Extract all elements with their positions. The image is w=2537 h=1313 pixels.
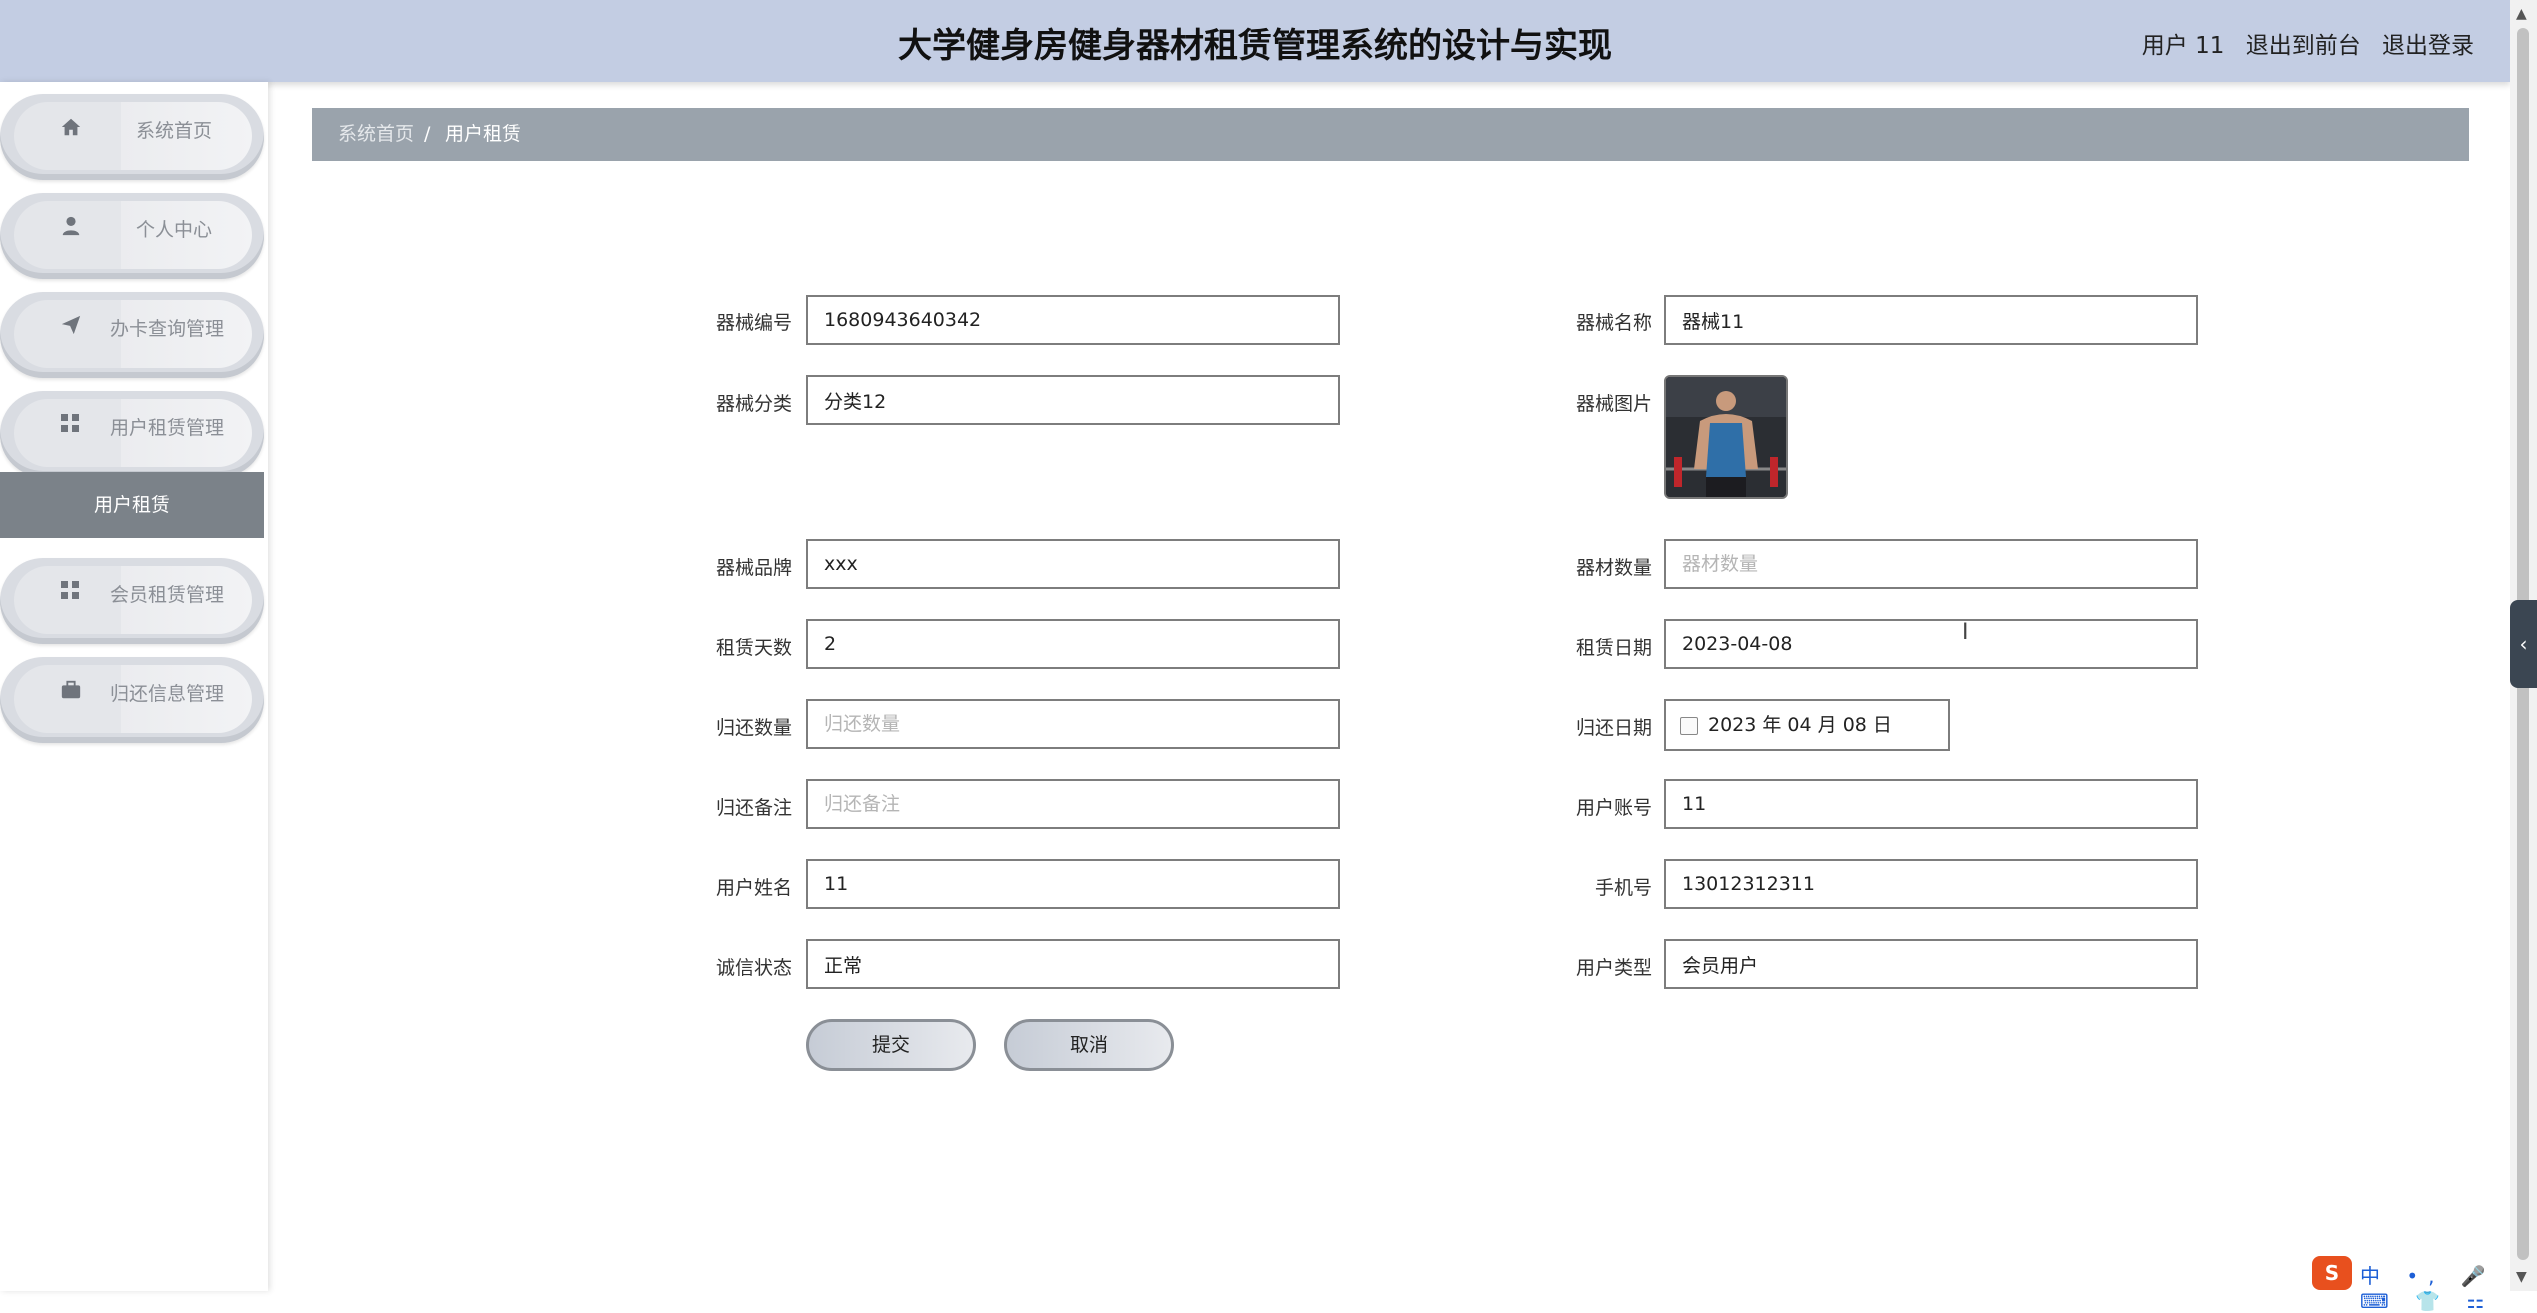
return-date-label: 归还日期 bbox=[1575, 717, 1652, 739]
rent-days-field[interactable] bbox=[806, 619, 1340, 669]
brand-field[interactable] bbox=[806, 539, 1340, 589]
sidebar-item-label: 归还信息管理 bbox=[110, 683, 225, 705]
sidebar-item-return-info[interactable]: 归还信息管理 bbox=[0, 657, 264, 743]
return-date-value: 2023 年 04 月 08 日 bbox=[1708, 714, 1892, 736]
current-user-label: 用户 11 bbox=[2141, 33, 2225, 59]
account-field[interactable] bbox=[1664, 779, 2198, 829]
return-date-picker[interactable]: 2023 年 04 月 08 日 bbox=[1664, 699, 1950, 751]
ime-tray-items[interactable]: 中 •, 🎤 ⌨ 👕 ⚏ bbox=[2360, 1260, 2510, 1313]
sidebar-item-label: 用户租赁管理 bbox=[110, 417, 225, 439]
sidebar-item-home[interactable]: 系统首页 bbox=[0, 94, 264, 180]
user-icon bbox=[60, 215, 82, 243]
return-note-field[interactable] bbox=[806, 779, 1340, 829]
phone-field[interactable] bbox=[1664, 859, 2198, 909]
top-header: 大学健身房健身器材租赁管理系统的设计与实现 用户 11 退出到前台 退出登录 bbox=[0, 0, 2510, 82]
breadcrumb: 系统首页 / 用户租赁 bbox=[312, 108, 2469, 161]
scroll-down-icon[interactable]: ▼ bbox=[2516, 1269, 2527, 1285]
user-type-field[interactable] bbox=[1664, 939, 2198, 989]
logout-link[interactable]: 退出登录 bbox=[2382, 33, 2474, 59]
ime-tray: S 中 •, 🎤 ⌨ 👕 ⚏ bbox=[2312, 1256, 2510, 1313]
brand-label: 器械品牌 bbox=[715, 557, 792, 579]
credit-label: 诚信状态 bbox=[715, 957, 792, 979]
home-icon bbox=[60, 116, 82, 144]
submit-button[interactable]: 提交 bbox=[806, 1019, 976, 1071]
rent-days-label: 租赁天数 bbox=[715, 637, 792, 659]
equipment-image-label: 器械图片 bbox=[1575, 393, 1652, 415]
page-title: 大学健身房健身器材租赁管理系统的设计与实现 bbox=[898, 26, 1612, 66]
return-note-label: 归还备注 bbox=[715, 797, 792, 819]
grid-icon bbox=[60, 413, 80, 439]
sidebar-item-label: 系统首页 bbox=[136, 120, 213, 142]
side-collapse-tab[interactable]: ‹ bbox=[2510, 600, 2537, 688]
category-label: 器械分类 bbox=[715, 393, 792, 415]
rent-date-field[interactable] bbox=[1664, 619, 2198, 669]
equipment-image[interactable] bbox=[1664, 375, 1788, 499]
grid-icon bbox=[60, 580, 80, 606]
user-area: 用户 11 退出到前台 退出登录 bbox=[2142, 26, 2474, 60]
sogou-logo-icon[interactable]: S bbox=[2312, 1256, 2352, 1290]
breadcrumb-current: 用户租赁 bbox=[445, 123, 522, 145]
scroll-up-icon[interactable]: ▲ bbox=[2516, 6, 2527, 22]
calendar-icon[interactable] bbox=[1680, 717, 1698, 735]
category-field[interactable] bbox=[806, 375, 1340, 425]
breadcrumb-home-link[interactable]: 系统首页 bbox=[338, 108, 414, 161]
sidebar-item-card-query[interactable]: 办卡查询管理 bbox=[0, 292, 264, 378]
equipment-name-field[interactable] bbox=[1664, 295, 2198, 345]
breadcrumb-separator: / bbox=[424, 123, 431, 145]
sidebar-item-member-rental[interactable]: 会员租赁管理 bbox=[0, 558, 264, 644]
equipment-no-label: 器械编号 bbox=[715, 312, 792, 334]
quantity-label: 器材数量 bbox=[1575, 557, 1652, 579]
phone-label: 手机号 bbox=[1594, 877, 1652, 899]
return-qty-field[interactable] bbox=[806, 699, 1340, 749]
account-label: 用户账号 bbox=[1575, 797, 1652, 819]
sidebar-item-label: 办卡查询管理 bbox=[110, 318, 225, 340]
sidebar-item-label: 个人中心 bbox=[136, 219, 213, 241]
user-name-label: 用户姓名 bbox=[715, 877, 792, 899]
sidebar-item-profile[interactable]: 个人中心 bbox=[0, 193, 264, 279]
rent-date-label: 租赁日期 bbox=[1575, 637, 1652, 659]
paper-plane-icon bbox=[60, 314, 82, 342]
user-type-label: 用户类型 bbox=[1575, 957, 1652, 979]
return-qty-label: 归还数量 bbox=[715, 717, 792, 739]
credit-field[interactable] bbox=[806, 939, 1340, 989]
equipment-name-label: 器械名称 bbox=[1575, 312, 1652, 334]
sidebar: 系统首页 个人中心 办卡查询管理 用户租赁管理 用户租赁 会员租赁管理 归还信息… bbox=[0, 82, 268, 1291]
briefcase-icon bbox=[60, 679, 82, 707]
quantity-field[interactable] bbox=[1664, 539, 2198, 589]
user-name-field[interactable] bbox=[806, 859, 1340, 909]
submenu-user-rental[interactable]: 用户租赁 bbox=[0, 472, 264, 538]
equipment-no-field[interactable] bbox=[806, 295, 1340, 345]
sidebar-item-user-rental[interactable]: 用户租赁管理 bbox=[0, 391, 264, 477]
exit-to-front-link[interactable]: 退出到前台 bbox=[2246, 33, 2361, 59]
text-cursor-icon: I bbox=[1962, 620, 1969, 645]
sidebar-item-label: 会员租赁管理 bbox=[110, 584, 225, 606]
cancel-button[interactable]: 取消 bbox=[1004, 1019, 1174, 1071]
